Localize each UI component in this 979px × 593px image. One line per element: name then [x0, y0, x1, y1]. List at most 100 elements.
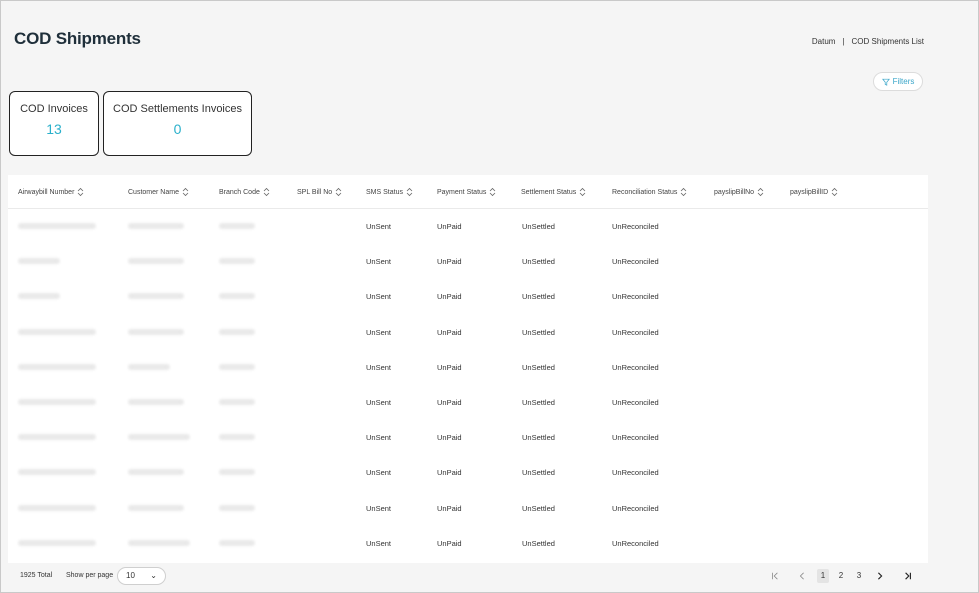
redacted-customer-name [128, 258, 184, 265]
sort-updown-icon[interactable] [263, 187, 270, 197]
redacted-customer-name [128, 328, 184, 335]
table-row[interactable]: UnSent UnPaid UnSettled UnReconciled [8, 209, 928, 244]
page-button-1[interactable]: 1 [817, 569, 829, 583]
shipments-table: Airwaybill Number Customer Name Branch Cod… [8, 175, 928, 563]
prev-page-icon [799, 572, 804, 580]
cell-reconciliation-status: UnReconciled [612, 362, 659, 372]
cell-reconciliation-status: UnReconciled [612, 433, 659, 443]
redacted-airwaybill [18, 223, 96, 229]
column-label: Branch Code [219, 188, 260, 196]
column-label: Reconciliation Status [612, 188, 678, 196]
redacted-airwaybill [18, 399, 96, 405]
cell-reconciliation-status: UnReconciled [612, 468, 659, 478]
column-label: payslipBillNo [714, 188, 755, 196]
column-label: Payment Status [437, 188, 487, 196]
redacted-branch-code [219, 434, 255, 441]
table-row[interactable]: UnSent UnPaid UnSettled UnReconciled [8, 420, 928, 455]
redacted-customer-name [128, 434, 190, 441]
th-spl-bill-no[interactable]: SPL Bill No [297, 187, 342, 197]
pagination-footer: 1925 Total Show per page 10 ⌄ 1 2 3 [8, 563, 928, 589]
cell-settlement-status: UnSettled [522, 222, 555, 231]
table-row[interactable]: UnSent UnPaid UnSettled UnReconciled [8, 491, 928, 526]
sort-updown-icon[interactable] [406, 187, 413, 197]
per-page-select[interactable]: 10 ⌄ [117, 567, 166, 585]
th-payment-status[interactable]: Payment Status [437, 187, 496, 197]
redacted-customer-name [128, 293, 184, 300]
sort-updown-icon[interactable] [831, 187, 838, 197]
cell-sms-status: UnSent [366, 468, 392, 478]
cell-payment-status: UnPaid [437, 222, 462, 231]
cell-settlement-status: UnSettled [522, 398, 555, 407]
sort-updown-icon[interactable] [579, 187, 586, 197]
redacted-customer-name [128, 399, 184, 405]
table-row[interactable]: UnSent UnPaid UnSettled UnReconciled [8, 385, 928, 420]
redacted-airwaybill [18, 328, 96, 335]
cell-payment-status: UnPaid [437, 538, 462, 548]
last-page-button[interactable] [902, 569, 914, 583]
table-row[interactable]: UnSent UnPaid UnSettled UnReconciled [8, 455, 928, 490]
th-sms-status[interactable]: SMS Status [366, 187, 413, 197]
prev-page-button[interactable] [796, 569, 808, 583]
column-label: Airwaybill Number [18, 188, 75, 196]
first-page-button[interactable] [769, 569, 781, 583]
cell-settlement-status: UnSettled [522, 362, 555, 372]
sort-updown-icon[interactable] [335, 187, 342, 197]
th-settlement-status[interactable]: Settlement Status [521, 187, 586, 197]
page-button-3[interactable]: 3 [853, 569, 865, 583]
sort-updown-icon[interactable] [680, 187, 687, 197]
column-label: Settlement Status [521, 188, 577, 196]
cell-sms-status: UnSent [366, 292, 392, 302]
breadcrumb-item-current: COD Shipments List [851, 37, 924, 46]
table-row[interactable]: UnSent UnPaid UnSettled UnReconciled [8, 279, 928, 314]
sort-updown-icon[interactable] [757, 187, 764, 197]
table-row[interactable]: UnSent UnPaid UnSettled UnReconciled [8, 315, 928, 350]
th-branch-code[interactable]: Branch Code [219, 187, 270, 197]
cell-settlement-status: UnSettled [522, 468, 555, 478]
filters-button[interactable]: Filters [873, 72, 923, 91]
table-row[interactable]: UnSent UnPaid UnSettled UnReconciled [8, 350, 928, 385]
column-label: SPL Bill No [297, 188, 333, 196]
next-page-icon [878, 572, 883, 580]
sort-updown-icon[interactable] [182, 187, 189, 197]
th-payslip-bill-no[interactable]: payslipBillNo [714, 187, 764, 197]
th-payslip-bill-id[interactable]: payslipBillID [790, 187, 838, 197]
cod-settlements-invoices-card[interactable]: COD Settlements Invoices 0 [103, 91, 252, 156]
cell-settlement-status: UnSettled [522, 292, 555, 302]
cell-sms-status: UnSent [366, 538, 392, 548]
redacted-branch-code [219, 399, 255, 405]
first-page-icon [772, 572, 778, 580]
redacted-airwaybill [18, 504, 96, 511]
cell-reconciliation-status: UnReconciled [612, 503, 659, 513]
breadcrumb-item-datum[interactable]: Datum [812, 37, 836, 46]
cell-reconciliation-status: UnReconciled [612, 398, 659, 407]
cell-sms-status: UnSent [366, 433, 392, 443]
next-page-button[interactable] [874, 569, 886, 583]
cell-payment-status: UnPaid [437, 257, 462, 267]
th-reconciliation-status[interactable]: Reconciliation Status [612, 187, 687, 197]
breadcrumb: Datum | COD Shipments List [812, 37, 924, 46]
last-page-icon [905, 572, 911, 580]
cell-sms-status: UnSent [366, 327, 392, 337]
redacted-branch-code [219, 223, 255, 229]
redacted-customer-name [128, 223, 184, 229]
cell-payment-status: UnPaid [437, 468, 462, 478]
redacted-branch-code [219, 293, 255, 300]
show-per-page-label: Show per page [66, 572, 114, 579]
redacted-customer-name [128, 363, 170, 370]
table-row[interactable]: UnSent UnPaid UnSettled UnReconciled [8, 244, 928, 279]
th-customer-name[interactable]: Customer Name [128, 187, 189, 197]
th-airwaybill-number[interactable]: Airwaybill Number [18, 187, 84, 197]
sort-updown-icon[interactable] [77, 187, 84, 197]
table-row[interactable]: UnSent UnPaid UnSettled UnReconciled [8, 526, 928, 561]
card-label: COD Settlements Invoices [113, 103, 242, 115]
redacted-branch-code [219, 539, 255, 546]
chevron-down-icon: ⌄ [150, 571, 157, 580]
cod-invoices-card[interactable]: COD Invoices 13 [9, 91, 99, 156]
cell-payment-status: UnPaid [437, 292, 462, 302]
column-label: SMS Status [366, 188, 403, 196]
redacted-branch-code [219, 258, 255, 265]
sort-updown-icon[interactable] [489, 187, 496, 197]
card-label: COD Invoices [20, 103, 88, 115]
page-button-2[interactable]: 2 [835, 569, 847, 583]
cell-reconciliation-status: UnReconciled [612, 222, 659, 231]
